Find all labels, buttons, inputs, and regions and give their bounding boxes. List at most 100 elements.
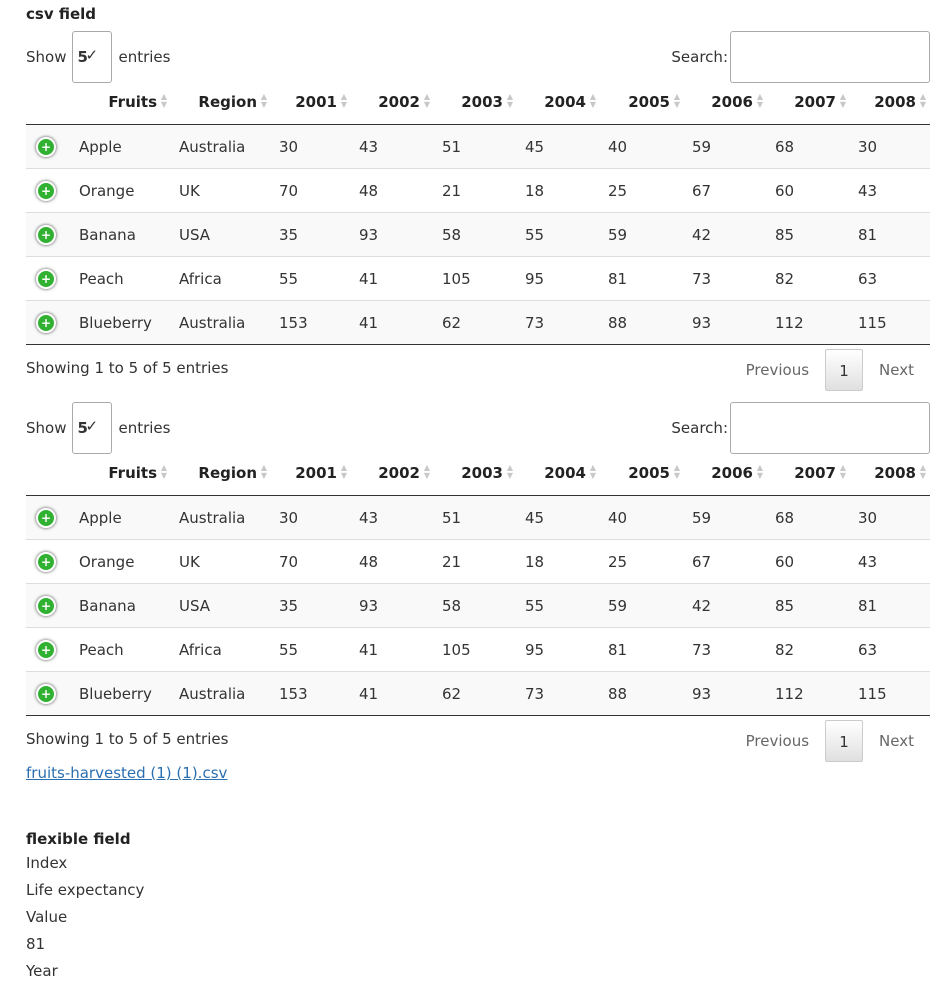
- column-header-label: 2001: [295, 464, 337, 482]
- table-cell: 68: [767, 495, 850, 540]
- column-header[interactable]: 2003 ▲ ▼: [434, 80, 517, 125]
- table-cell: 59: [600, 212, 684, 257]
- column-header[interactable]: 2006 ▲ ▼: [684, 80, 767, 125]
- table-cell: Blueberry: [71, 671, 171, 716]
- plus-circle-icon[interactable]: +: [36, 312, 56, 333]
- previous-button[interactable]: Previous: [730, 349, 825, 391]
- expand-column-header: [26, 451, 71, 496]
- plus-circle-icon[interactable]: +: [36, 224, 56, 245]
- csv-file-link[interactable]: fruits-harvested (1) (1).csv: [26, 764, 930, 782]
- page-button-1[interactable]: 1: [825, 349, 864, 391]
- table-cell: 43: [850, 539, 930, 584]
- table-cell: 62: [434, 300, 517, 345]
- table-cell: 112: [767, 300, 850, 345]
- column-header-label: 2002: [378, 93, 420, 111]
- table-cell: 62: [434, 671, 517, 716]
- plus-circle-icon[interactable]: +: [36, 595, 56, 616]
- column-header[interactable]: 2006 ▲ ▼: [684, 451, 767, 496]
- column-header[interactable]: 2005 ▲ ▼: [600, 451, 684, 496]
- column-header-label: Region: [198, 464, 257, 482]
- table-cell: Orange: [71, 539, 171, 584]
- sort-both-icon: ▲ ▼: [919, 92, 926, 109]
- plus-circle-icon[interactable]: +: [36, 507, 56, 528]
- plus-circle-icon[interactable]: +: [36, 639, 56, 660]
- table-cell: 43: [351, 495, 434, 540]
- column-header[interactable]: 2001 ▲ ▼: [271, 80, 351, 125]
- table-cell: 30: [271, 495, 351, 540]
- table-cell: Africa: [171, 627, 271, 672]
- column-header[interactable]: 2005 ▲ ▼: [600, 80, 684, 125]
- plus-circle-icon[interactable]: +: [36, 268, 56, 289]
- flexible-line-metric: Life expectancy: [26, 881, 145, 899]
- plus-circle-icon[interactable]: +: [36, 683, 56, 704]
- column-header[interactable]: 2007 ▲ ▼: [767, 451, 850, 496]
- table-cell: 60: [767, 168, 850, 213]
- table-cell: 25: [600, 168, 684, 213]
- table-cell: 35: [271, 583, 351, 628]
- flexible-field-section: flexible field Index Life expectancy Val…: [26, 828, 144, 985]
- column-header[interactable]: 2002 ▲ ▼: [351, 80, 434, 125]
- column-header-label: 2008: [874, 464, 916, 482]
- table-cell: 153: [271, 671, 351, 716]
- column-header[interactable]: 2001 ▲ ▼: [271, 451, 351, 496]
- column-header[interactable]: 2002 ▲ ▼: [351, 451, 434, 496]
- column-header[interactable]: 2004 ▲ ▼: [517, 451, 600, 496]
- column-header[interactable]: Region ▲ ▼: [171, 80, 271, 125]
- table-cell: 63: [850, 256, 930, 301]
- flexible-field-label: flexible field: [26, 830, 131, 848]
- entries-length-select[interactable]: 5 ✓: [72, 31, 113, 83]
- table-cell: 55: [517, 583, 600, 628]
- entries-label: entries: [118, 419, 171, 437]
- column-header[interactable]: Fruits ▲ ▼: [71, 80, 171, 125]
- expand-cell: +: [26, 300, 71, 345]
- table-row: + Banana USA 35 93 58 55 59 42 85 81: [26, 583, 930, 628]
- table-cell: 59: [684, 124, 767, 169]
- length-control: Show 5 ✓ entries: [26, 401, 170, 455]
- page-button-1[interactable]: 1: [825, 720, 864, 762]
- table-row: + Orange UK 70 48 21 18 25 67 60 43: [26, 168, 930, 213]
- flexible-line-index: Index: [26, 854, 68, 872]
- sort-both-icon: ▲ ▼: [423, 463, 430, 480]
- column-header[interactable]: 2008 ▲ ▼: [850, 80, 930, 125]
- flexible-line-value-label: Value: [26, 908, 68, 926]
- data-table: Fruits ▲ ▼ Region ▲ ▼ 2001 ▲ ▼ 2002 ▲ ▼ 2003 ▲ ▼ 2004 ▲ ▼…: [26, 451, 930, 716]
- table-cell: 18: [517, 539, 600, 584]
- column-header[interactable]: Region ▲ ▼: [171, 451, 271, 496]
- plus-circle-icon[interactable]: +: [36, 136, 56, 157]
- entries-length-select[interactable]: 5 ✓: [72, 402, 113, 454]
- table-cell: 25: [600, 539, 684, 584]
- table-cell: 55: [271, 256, 351, 301]
- column-header[interactable]: 2004 ▲ ▼: [517, 80, 600, 125]
- plus-circle-icon[interactable]: +: [36, 551, 56, 572]
- column-header[interactable]: 2007 ▲ ▼: [767, 80, 850, 125]
- table-cell: 115: [850, 671, 930, 716]
- previous-button[interactable]: Previous: [730, 720, 825, 762]
- table-cell: 42: [684, 212, 767, 257]
- column-header[interactable]: 2008 ▲ ▼: [850, 451, 930, 496]
- table-cell: 82: [767, 627, 850, 672]
- table-cell: 81: [850, 212, 930, 257]
- table-row: + Apple Australia 30 43 51 45 40 59 68 30: [26, 124, 930, 169]
- plus-circle-icon[interactable]: +: [36, 180, 56, 201]
- column-header[interactable]: Fruits ▲ ▼: [71, 451, 171, 496]
- sort-both-icon: ▲ ▼: [160, 463, 167, 480]
- table-cell: Africa: [171, 256, 271, 301]
- sort-both-icon: ▲ ▼: [506, 463, 513, 480]
- search-input[interactable]: [730, 402, 930, 454]
- table-cell: 63: [850, 627, 930, 672]
- table-cell: Australia: [171, 671, 271, 716]
- table-cell: 21: [434, 539, 517, 584]
- table-cell: 35: [271, 212, 351, 257]
- expand-cell: +: [26, 124, 71, 169]
- next-button[interactable]: Next: [863, 720, 930, 762]
- next-button[interactable]: Next: [863, 349, 930, 391]
- sort-both-icon: ▲ ▼: [340, 92, 347, 109]
- column-header-label: Fruits: [108, 464, 157, 482]
- table-cell: 21: [434, 168, 517, 213]
- table-cell: 81: [600, 256, 684, 301]
- sort-both-icon: ▲ ▼: [160, 92, 167, 109]
- column-header[interactable]: 2003 ▲ ▼: [434, 451, 517, 496]
- search-input[interactable]: [730, 31, 930, 83]
- column-header-label: 2004: [544, 93, 586, 111]
- table-cell: Apple: [71, 495, 171, 540]
